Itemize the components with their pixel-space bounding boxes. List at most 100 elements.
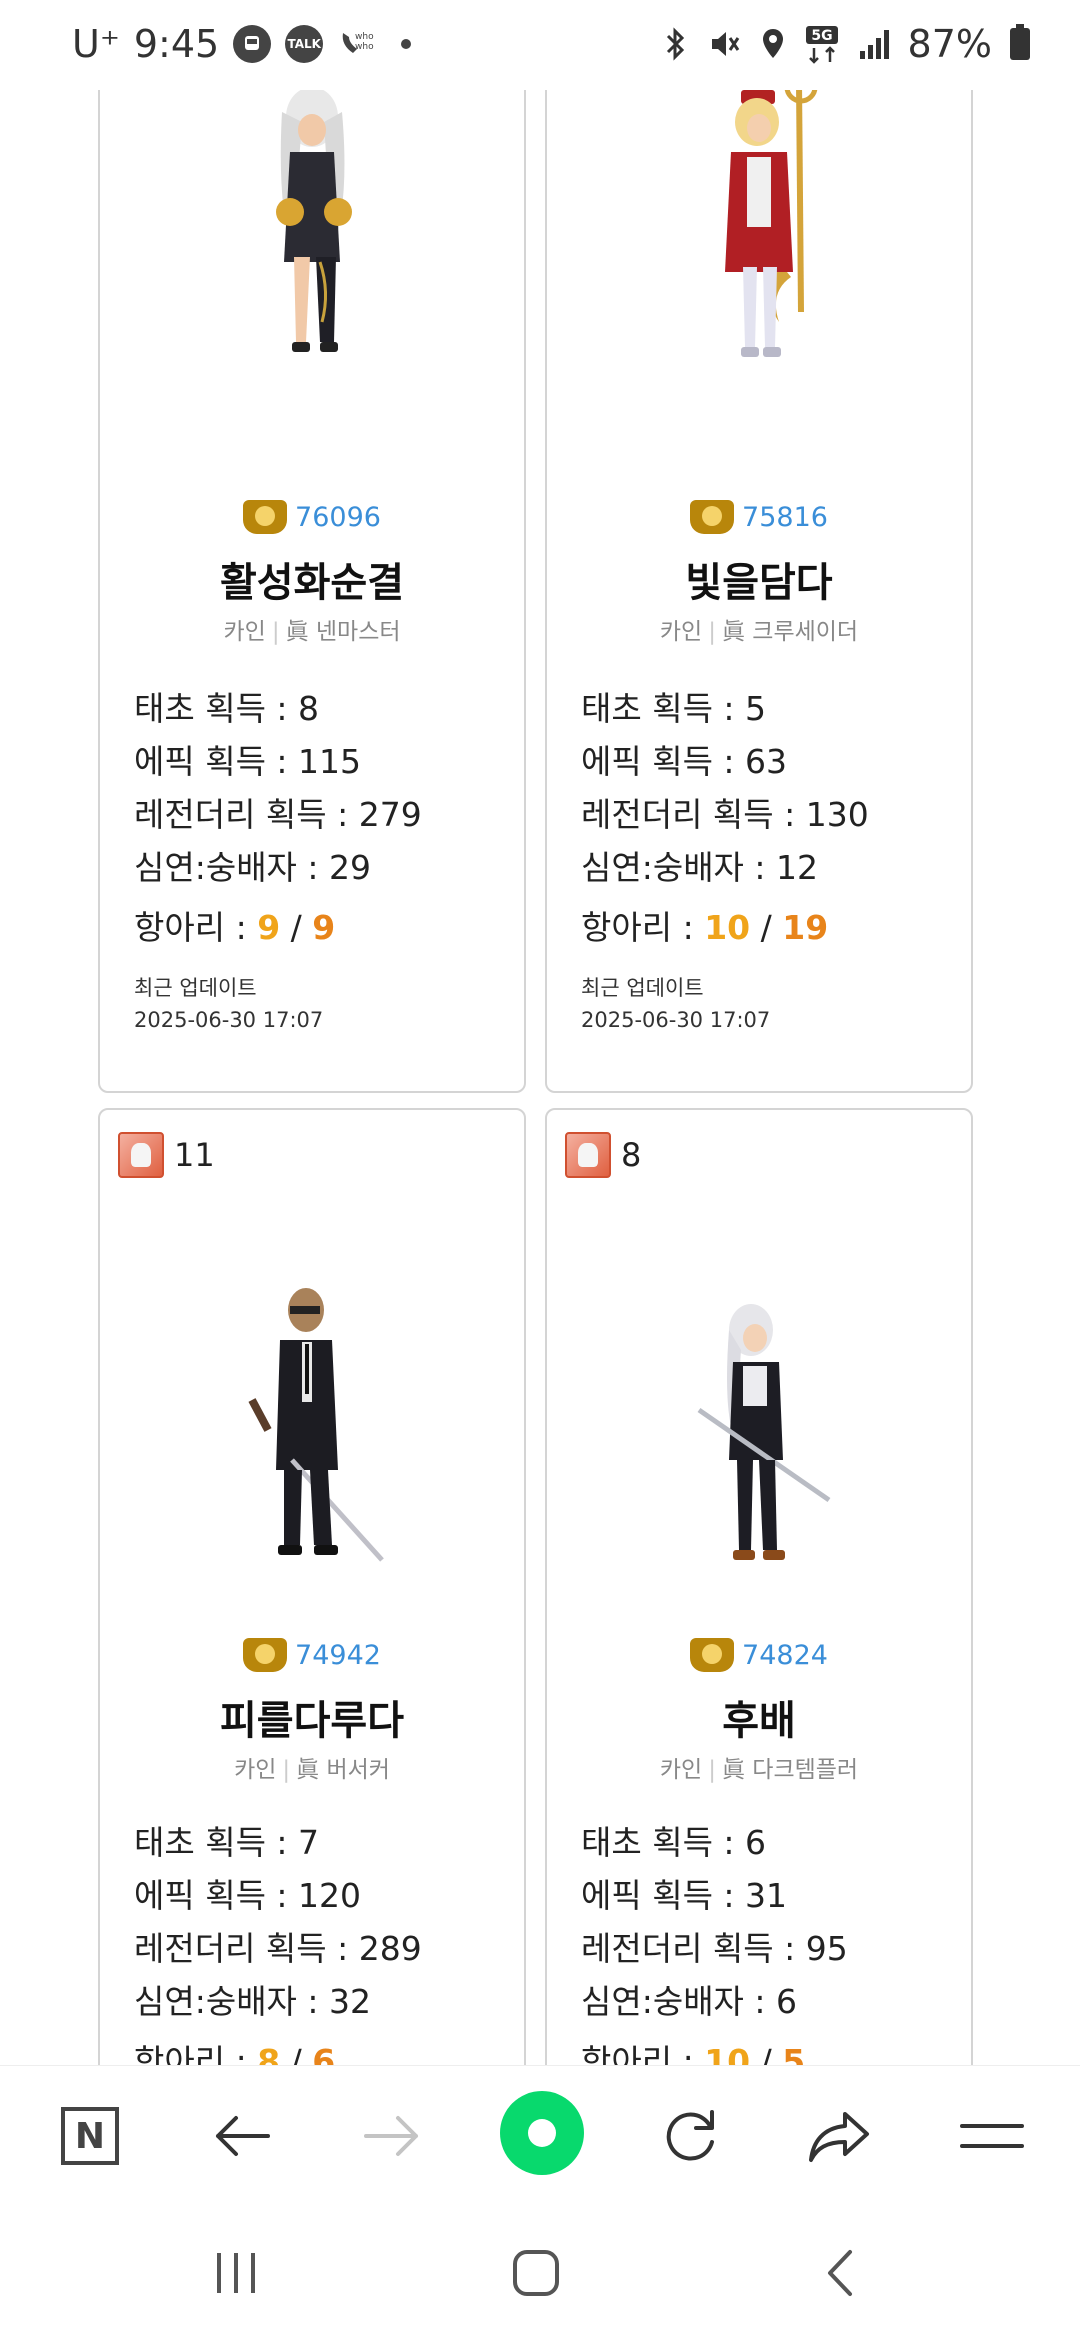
forward-button[interactable]	[352, 2096, 432, 2176]
character-card[interactable]: 11 74942 피를다루다 카인 | 眞 버서커 태초 획득 : 7 에픽 획득 …	[98, 1108, 526, 2065]
battery-icon	[1010, 24, 1030, 60]
fame-row: 75816	[547, 500, 971, 534]
stats-block: 태초 획득 : 5 에픽 획득 : 63 레전더리 획득 : 130 심연:숭배…	[581, 682, 951, 1032]
server-name: 카인	[234, 1757, 277, 1783]
home-icon	[513, 2250, 559, 2296]
fame-value: 75816	[742, 501, 828, 533]
hangari-line: 항아리 : 10 / 5	[581, 2042, 806, 2065]
naver-home-button[interactable]: N	[50, 2096, 130, 2176]
recent-apps-icon	[217, 2253, 255, 2293]
character-class: 카인 | 眞 버서커	[234, 1757, 390, 1783]
character-class: 카인 | 眞 다크템플러	[659, 1757, 859, 1783]
svg-text:who: who	[355, 42, 374, 52]
update-time: 2025-06-30 17:07	[134, 1008, 324, 1032]
character-portrait	[697, 1304, 831, 1560]
character-card[interactable]: 75816 빛을담다 카인 | 眞 크루세이더 태초 획득 : 5 에픽 획득 : …	[545, 0, 973, 1093]
svg-text:5G: 5G	[811, 28, 832, 44]
rank-icon	[565, 1132, 611, 1178]
rank-badge: 11	[118, 1132, 215, 1178]
fame-row: 76096	[100, 500, 524, 534]
menu-icon	[960, 2124, 1024, 2148]
character-name[interactable]: 피를다루다	[100, 1688, 524, 1746]
green-dot-button[interactable]	[500, 2091, 584, 2175]
rank-number: 8	[621, 1136, 642, 1174]
fame-emblem-icon	[243, 500, 288, 534]
home-button[interactable]	[496, 2243, 576, 2303]
status-left: U⁺ 9:45 TALK who who	[72, 22, 412, 66]
character-card[interactable]: 8 74824 후배 카인 | 眞 다크템플러 태초 획득 : 6 에픽 획득 : …	[545, 1108, 973, 2065]
character-name[interactable]: 활성화순결	[100, 550, 524, 608]
character-name[interactable]: 빛을담다	[547, 550, 971, 608]
stat-line: 레전더리 획득 : 289	[134, 1929, 422, 1968]
bus-icon	[233, 25, 272, 63]
stat-line: 심연:숭배자 : 12	[581, 848, 819, 887]
network-5g-icon: 5G	[805, 26, 838, 64]
hangari-line: 항아리 : 9 / 9	[134, 908, 336, 947]
server-name: 카인	[659, 619, 703, 645]
more-notifications-icon	[401, 39, 412, 49]
fame-emblem-icon	[690, 1638, 735, 1672]
stats-block: 태초 획득 : 6 에픽 획득 : 31 레전더리 획득 : 95 심연:숭배자…	[581, 1816, 951, 2065]
whowho-icon: who who	[337, 25, 377, 63]
system-back-button[interactable]	[800, 2243, 880, 2303]
stat-line: 심연:숭배자 : 32	[134, 1982, 372, 2021]
clock: 9:45	[133, 22, 220, 66]
job-name: 眞 다크템플러	[721, 1757, 859, 1783]
character-name[interactable]: 후배	[547, 1688, 971, 1746]
character-portrait	[725, 70, 818, 357]
forward-arrow-icon	[364, 2116, 418, 2156]
mute-icon	[711, 32, 739, 56]
share-button[interactable]	[800, 2096, 880, 2176]
stat-line: 태초 획득 : 7	[134, 1823, 320, 1862]
rank-badge: 8	[565, 1132, 641, 1178]
update-label: 최근 업데이트	[134, 976, 257, 1000]
refresh-icon	[666, 2110, 714, 2161]
fame-row: 74942	[100, 1638, 524, 1672]
job-name: 眞 넨마스터	[285, 619, 401, 645]
fame-row: 74824	[547, 1638, 971, 1672]
character-portrait	[276, 87, 352, 352]
stat-line: 태초 획득 : 6	[581, 1823, 767, 1862]
stat-line: 에픽 획득 : 120	[134, 1876, 362, 1915]
carrier-label: U⁺	[72, 22, 120, 66]
stat-line: 태초 획득 : 5	[581, 689, 767, 728]
stats-block: 태초 획득 : 7 에픽 획득 : 120 레전더리 획득 : 289 심연:숭…	[134, 1816, 504, 2065]
recent-apps-button[interactable]	[196, 2243, 276, 2303]
svg-text:who: who	[355, 32, 374, 42]
stat-line: 태초 획득 : 8	[134, 689, 320, 728]
job-name: 眞 버서커	[296, 1757, 390, 1783]
character-class: 카인 | 眞 크루세이더	[659, 619, 859, 645]
refresh-button[interactable]	[650, 2096, 730, 2176]
fame-value: 74824	[742, 1639, 828, 1671]
rank-icon	[118, 1132, 164, 1178]
bluetooth-icon	[666, 27, 684, 61]
server-name: 카인	[223, 619, 266, 645]
stats-block: 태초 획득 : 8 에픽 획득 : 115 레전더리 획득 : 279 심연:숭…	[134, 682, 504, 1032]
fame-emblem-icon	[690, 500, 735, 534]
character-class: 카인 | 眞 넨마스터	[223, 619, 401, 645]
signal-icon	[859, 30, 889, 59]
hangari-line: 항아리 : 8 / 6	[134, 2042, 336, 2065]
browser-toolbar: N	[0, 2065, 1080, 2206]
stat-line: 심연:숭배자 : 6	[581, 1982, 798, 2021]
stat-line: 심연:숭배자 : 29	[134, 848, 372, 887]
character-card[interactable]: 76096 활성화순결 카인 | 眞 넨마스터 태초 획득 : 8 에픽 획득 : …	[98, 0, 526, 1093]
stat-line: 레전더리 획득 : 95	[581, 1929, 848, 1968]
status-bar: U⁺ 9:45 TALK who who 5G 87%	[0, 0, 1080, 90]
battery-percent: 87%	[907, 22, 992, 66]
stat-line: 에픽 획득 : 31	[581, 1876, 788, 1915]
fame-emblem-icon	[243, 1638, 288, 1672]
hangari-line: 항아리 : 10 / 19	[581, 908, 829, 947]
update-time: 2025-06-30 17:07	[581, 1008, 771, 1032]
server-name: 카인	[659, 1757, 703, 1783]
back-button[interactable]	[202, 2096, 282, 2176]
back-arrow-icon	[216, 2116, 270, 2156]
system-navigation-bar	[0, 2205, 1080, 2340]
location-icon	[762, 29, 783, 58]
share-icon	[809, 2112, 869, 2162]
menu-button[interactable]	[952, 2096, 1032, 2176]
status-right: 5G 87%	[662, 22, 1030, 66]
system-back-icon	[828, 2250, 852, 2296]
stat-line: 에픽 획득 : 63	[581, 742, 788, 781]
stat-line: 레전더리 획득 : 279	[134, 795, 422, 834]
